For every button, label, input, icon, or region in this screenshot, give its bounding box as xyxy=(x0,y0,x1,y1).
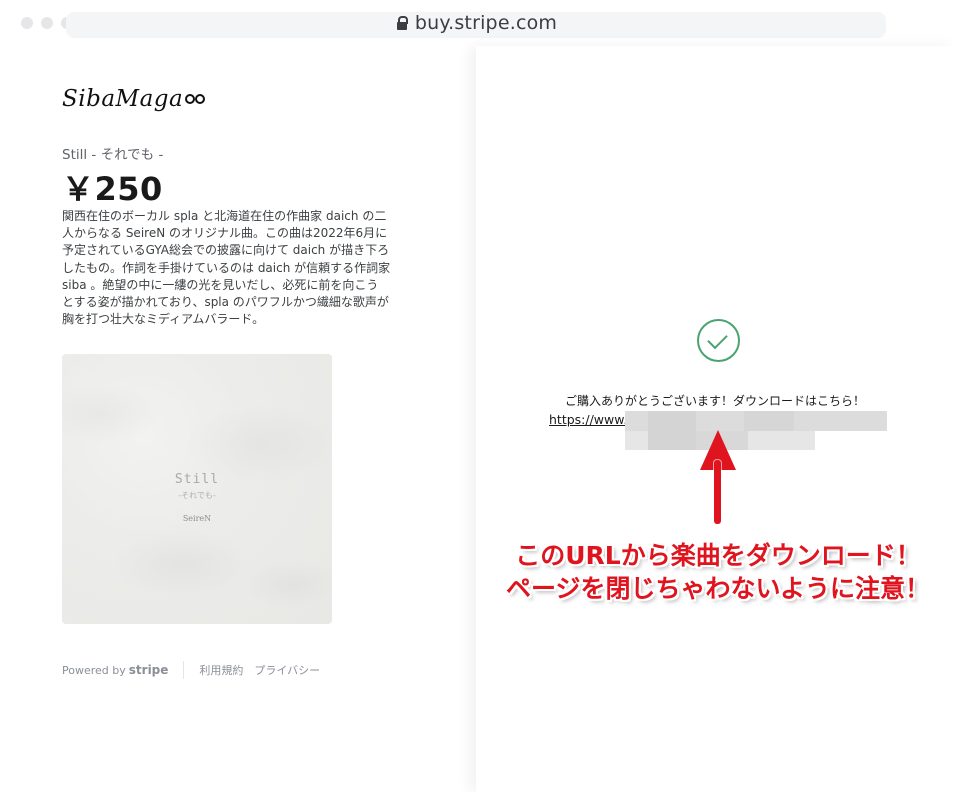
annotation-line-1: このURLから楽曲をダウンロード！ xyxy=(515,541,921,570)
confirmation-pane: ご購入ありがとうございます！ダウンロードはこちら！ https://www. xyxy=(476,46,954,792)
description-line: 人からなる SeireN のオリジナル曲。この曲は2022年6月に xyxy=(62,226,388,241)
product-summary-pane: SibaMaga Still - それでも - ￥250 関西在住のボーカル s… xyxy=(0,46,476,792)
checkmark-icon xyxy=(697,319,740,362)
cover-artist: SeireN xyxy=(182,514,212,523)
description-line: siba 。絶望の中に一縷の光を見いだし、必死に前を向こう xyxy=(62,277,379,292)
brand-logo-text: SibaMaga xyxy=(62,86,184,112)
description-line: とする姿が描かれており、spla のパワフルかつ繊細な歌声が xyxy=(62,295,389,310)
product-description: 関西在住のボーカル spla と北海道在住の作曲家 daich の二 人からなる… xyxy=(62,208,412,328)
product-price: ￥250 xyxy=(62,170,163,208)
terms-link[interactable]: 利用規約 xyxy=(199,662,243,678)
thank-you-message: ご購入ありがとうございます！ダウンロードはこちら！ xyxy=(564,394,865,408)
cover-subtitle: -それでも- xyxy=(178,491,216,500)
description-line: 関西在住のボーカル spla と北海道在住の作曲家 daich の二 xyxy=(62,209,387,223)
powered-by-stripe[interactable]: Powered by stripe xyxy=(62,663,168,677)
privacy-link[interactable]: プライバシー xyxy=(254,662,320,678)
browser-titlebar: buy.stripe.com xyxy=(0,0,954,46)
album-cover-image: Still -それでも- SeireN xyxy=(62,354,332,624)
browser-window: buy.stripe.com SibaMaga Still - それでも - ￥… xyxy=(0,0,954,792)
glasses-icon xyxy=(185,92,209,106)
description-line: 胸を打つ壮大なミディアムバラード。 xyxy=(62,312,265,327)
footer-divider xyxy=(183,661,185,679)
annotation-arrow-shaft xyxy=(714,460,721,524)
description-line: 予定されているGYA総会での披露に向けて daich が描き下ろ xyxy=(62,243,390,258)
cover-title: Still xyxy=(174,472,220,487)
description-line: したもの。作詞を手掛けているのは daich が信頼する作詞家 xyxy=(62,260,391,275)
annotation-line-2: ページを閉じちゃわないように注意！ xyxy=(505,574,930,603)
download-link[interactable]: https://www. xyxy=(549,412,627,427)
redacted-url-block xyxy=(744,411,794,431)
address-bar-text-wrap: buy.stripe.com xyxy=(0,12,954,34)
product-name: Still - それでも - xyxy=(62,147,164,163)
checkout-footer: Powered by stripe 利用規約 プライバシー xyxy=(62,661,331,679)
brand-logo[interactable]: SibaMaga xyxy=(62,86,209,112)
address-bar-url[interactable]: buy.stripe.com xyxy=(415,12,557,34)
redacted-url-block xyxy=(648,411,696,450)
stripe-logo: stripe xyxy=(128,663,169,677)
lock-icon xyxy=(396,16,408,30)
powered-by-label: Powered by xyxy=(62,663,126,677)
